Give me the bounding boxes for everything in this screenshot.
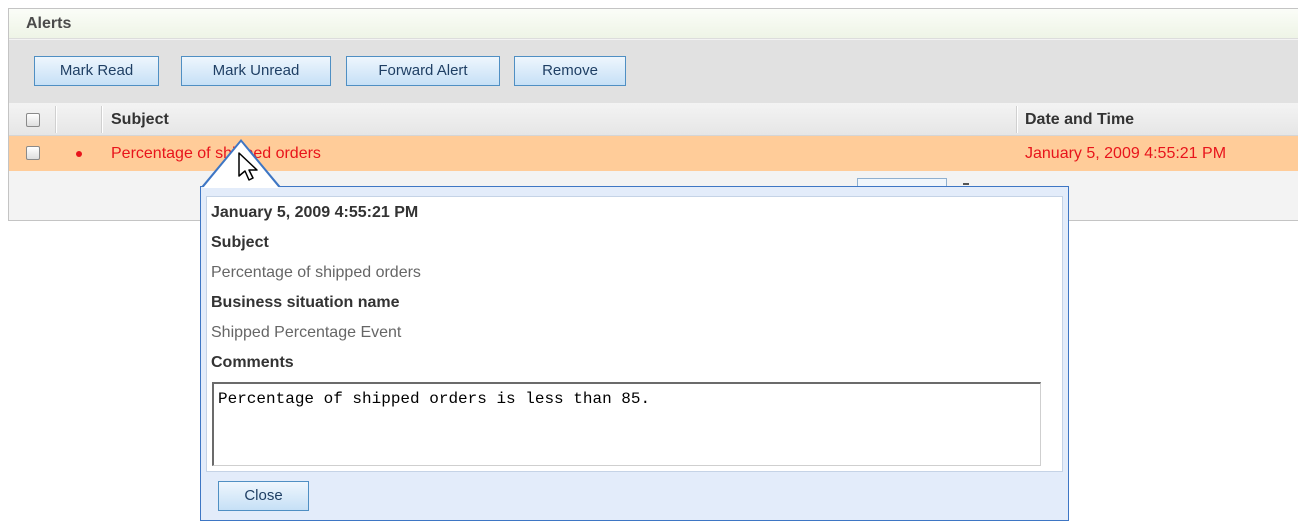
column-header-date-time[interactable]: Date and Time: [1025, 104, 1134, 135]
mark-unread-button[interactable]: Mark Unread: [181, 56, 331, 86]
column-divider: [1016, 106, 1018, 133]
panel-title: Alerts: [9, 9, 1298, 39]
column-divider: [101, 106, 103, 133]
row-checkbox[interactable]: [26, 146, 40, 160]
comments-textarea[interactable]: Percentage of shipped orders is less tha…: [212, 382, 1041, 466]
column-header-subject[interactable]: Subject: [111, 104, 169, 135]
alert-detail-popup: January 5, 2009 4:55:21 PM Subject Perce…: [200, 186, 1069, 521]
subject-label: Subject: [211, 234, 269, 251]
select-all-checkbox[interactable]: [26, 113, 40, 127]
column-divider: [55, 106, 57, 133]
forward-alert-button[interactable]: Forward Alert: [346, 56, 500, 86]
business-situation-label: Business situation name: [211, 294, 400, 311]
close-button[interactable]: Close: [218, 481, 309, 511]
toolbar: Mark Read Mark Unread Forward Alert Remo…: [9, 40, 1298, 103]
remove-button[interactable]: Remove: [514, 56, 626, 86]
comments-label: Comments: [211, 354, 294, 371]
row-date-time: January 5, 2009 4:55:21 PM: [1025, 145, 1227, 162]
pager-separator: [963, 183, 969, 185]
mouse-pointer-icon: [237, 152, 263, 191]
subject-value: Percentage of shipped orders: [211, 264, 421, 281]
business-situation-value: Shipped Percentage Event: [211, 324, 402, 341]
red-dot-icon: [76, 151, 82, 157]
mark-read-button[interactable]: Mark Read: [34, 56, 159, 86]
popup-date-time: January 5, 2009 4:55:21 PM: [211, 204, 419, 221]
popup-content: January 5, 2009 4:55:21 PM Subject Perce…: [206, 196, 1063, 472]
table-header: Subject Date and Time: [9, 104, 1298, 136]
